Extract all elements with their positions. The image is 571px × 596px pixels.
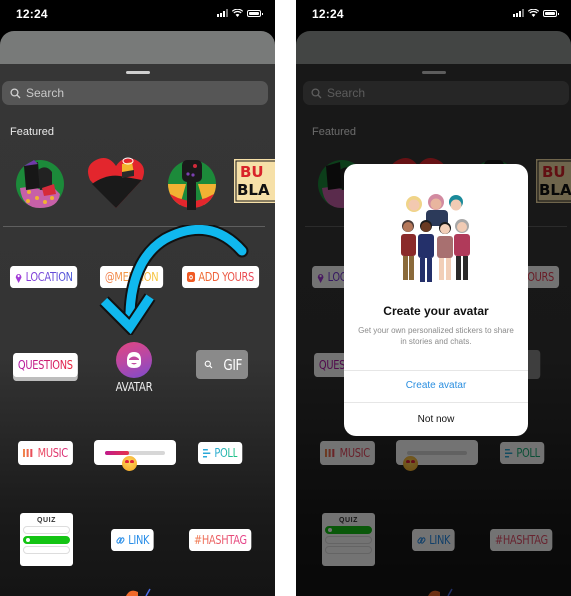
avatar-face-icon [127, 352, 141, 368]
questions-label: QUESTIONS [17, 358, 73, 372]
unity-couple-sticker[interactable] [14, 154, 66, 210]
poll-lines-icon [202, 448, 211, 458]
phone-screen-avatar-prompt: 12:24 Search Featured [296, 0, 571, 596]
svg-text:BU: BU [240, 163, 264, 181]
heart-eyes-emoji-icon[interactable] [121, 456, 137, 471]
gif-label: GIF [223, 355, 243, 374]
avatar-sticker-button[interactable] [116, 342, 152, 378]
dialog-description: Get your own personalized stickers to sh… [358, 326, 514, 346]
raised-fist-sticker[interactable] [166, 154, 218, 210]
gif-sticker[interactable]: GIF [196, 350, 248, 379]
music-bars-icon [22, 448, 34, 458]
dialog-divider [344, 370, 528, 371]
not-now-button[interactable]: Not now [344, 414, 528, 425]
cellular-signal-icon [217, 9, 228, 17]
questions-sticker[interactable]: QUESTIONS [13, 353, 78, 377]
link-label: LINK [128, 533, 150, 547]
avatar-group-illustration [401, 194, 470, 282]
search-icon [10, 87, 21, 98]
dialog-divider [344, 402, 528, 403]
curved-arrow-annotation [99, 225, 249, 335]
location-pin-icon [15, 272, 22, 283]
music-label: MUSIC [37, 446, 68, 460]
featured-heading: Featured [10, 126, 55, 138]
avatar-sticker-label: AVATAR [115, 380, 153, 394]
quiz-sticker[interactable]: QUIZ [20, 513, 73, 566]
quiz-label: QUIZ [36, 517, 57, 524]
link-chain-icon [116, 535, 125, 546]
heart-afro-pick-sticker[interactable] [86, 154, 146, 210]
music-sticker[interactable]: MUSIC [18, 441, 73, 465]
status-bar: 12:24 [296, 0, 571, 30]
wifi-icon [232, 9, 243, 17]
sheet-grabber-handle[interactable] [125, 71, 150, 74]
emoji-slider-track [105, 451, 165, 471]
status-time: 12:24 [312, 7, 344, 21]
phone-screen-sticker-tray: 12:24 Search Featured BU BLA LOCATION @M… [0, 0, 275, 596]
wifi-icon [528, 9, 539, 17]
dialog-title: Create your avatar [383, 304, 489, 318]
quiz-option [23, 526, 70, 534]
poll-sticker[interactable]: POLL [198, 442, 243, 464]
location-sticker[interactable]: LOCATION [10, 266, 78, 288]
quiz-option-correct [23, 536, 70, 544]
poll-label: POLL [214, 446, 238, 460]
hashtag-sticker[interactable]: #HASHTAG [189, 529, 252, 551]
gif-search-icon [204, 360, 213, 369]
hashtag-label: #HASHTAG [193, 533, 247, 547]
location-label: LOCATION [25, 270, 73, 284]
status-time: 12:24 [16, 7, 48, 21]
status-icons [217, 9, 263, 17]
battery-icon [247, 9, 263, 17]
quiz-option [23, 546, 70, 554]
emoji-slider-sticker[interactable] [94, 440, 176, 471]
search-placeholder: Search [26, 86, 65, 100]
cellular-signal-icon [513, 9, 524, 17]
featured-sticker-row: BU BLA [0, 154, 275, 214]
link-sticker[interactable]: LINK [111, 529, 155, 551]
buy-black-sticker[interactable]: BU BLA [234, 159, 275, 203]
sticker-search-input[interactable]: Search [2, 81, 268, 105]
create-avatar-dialog: Create your avatar Get your own personal… [344, 164, 528, 436]
svg-text:BLA: BLA [237, 181, 270, 199]
create-avatar-button[interactable]: Create avatar [344, 380, 528, 391]
status-bar: 12:24 [0, 0, 275, 30]
partial-sticker-peek [126, 588, 151, 596]
emoji-slider-fill [105, 451, 129, 455]
status-icons [513, 9, 559, 17]
battery-icon [543, 9, 559, 17]
